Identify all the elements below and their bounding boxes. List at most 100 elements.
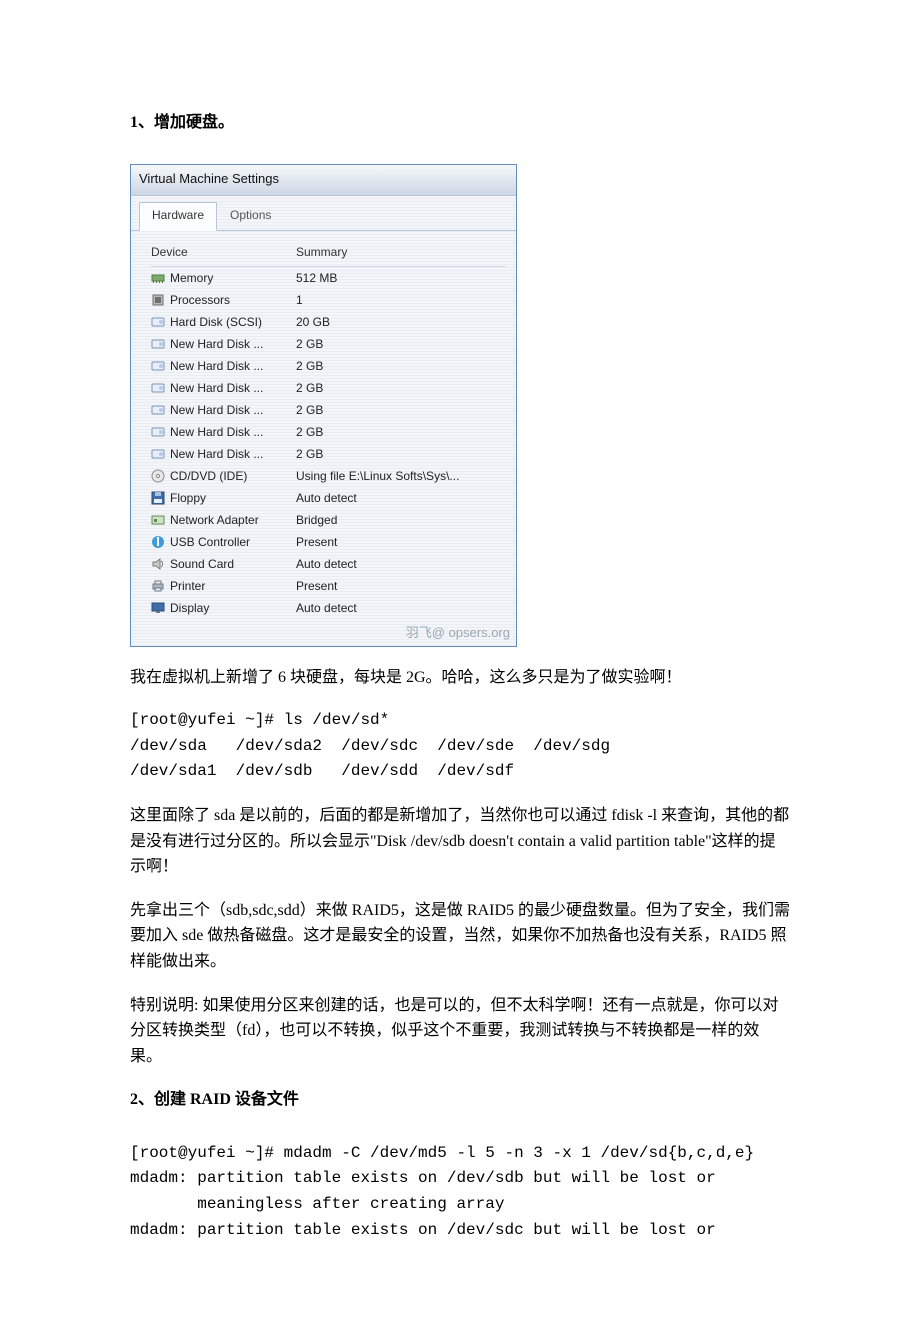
hdd-icon [151, 315, 165, 329]
device-row[interactable]: New Hard Disk ... 2 GB [151, 421, 506, 443]
code-block-mdadm: [root@yufei ~]# mdadm -C /dev/md5 -l 5 -… [130, 1141, 790, 1243]
vm-settings-dialog: Virtual Machine Settings Hardware Option… [130, 164, 517, 647]
summary-cell: 2 GB [296, 400, 506, 420]
paragraph-3: 先拿出三个（sdb,sdc,sdd）来做 RAID5，这是做 RAID5 的最少… [130, 898, 790, 975]
device-cell: Display [151, 598, 296, 618]
hdd-icon [151, 359, 165, 373]
vm-device-list: Memory 512 MB Processors 1 Hard Disk (SCSI) 2… [151, 267, 506, 619]
document-page: 1、增加硬盘。 Virtual Machine Settings Hardwar… [0, 0, 920, 1321]
summary-cell: 2 GB [296, 444, 506, 464]
header-summary: Summary [296, 243, 506, 262]
device-label: Processors [170, 290, 230, 310]
device-label: Sound Card [170, 554, 234, 574]
header-device: Device [151, 243, 296, 262]
device-cell: New Hard Disk ... [151, 400, 296, 420]
device-cell: Hard Disk (SCSI) [151, 312, 296, 332]
device-label: New Hard Disk ... [170, 378, 263, 398]
device-row[interactable]: New Hard Disk ... 2 GB [151, 355, 506, 377]
device-cell: Floppy [151, 488, 296, 508]
device-cell: New Hard Disk ... [151, 422, 296, 442]
cd-icon [151, 469, 165, 483]
device-row[interactable]: New Hard Disk ... 2 GB [151, 333, 506, 355]
hdd-icon [151, 337, 165, 351]
device-row[interactable]: Printer Present [151, 575, 506, 597]
memory-icon [151, 271, 165, 285]
device-cell: CD/DVD (IDE) [151, 466, 296, 486]
device-row[interactable]: Floppy Auto detect [151, 487, 506, 509]
summary-cell: 20 GB [296, 312, 506, 332]
summary-cell: 512 MB [296, 268, 506, 288]
summary-cell: Auto detect [296, 598, 506, 618]
vm-window-title: Virtual Machine Settings [131, 165, 516, 197]
device-label: New Hard Disk ... [170, 334, 263, 354]
device-label: CD/DVD (IDE) [170, 466, 247, 486]
summary-cell: 2 GB [296, 422, 506, 442]
device-row[interactable]: Network Adapter Bridged [151, 509, 506, 531]
nic-icon [151, 513, 165, 527]
tab-hardware[interactable]: Hardware [139, 202, 217, 230]
section-2-heading: 2、创建 RAID 设备文件 [130, 1087, 790, 1113]
device-label: New Hard Disk ... [170, 422, 263, 442]
device-row[interactable]: USB Controller Present [151, 531, 506, 553]
device-label: New Hard Disk ... [170, 444, 263, 464]
device-row[interactable]: Processors 1 [151, 289, 506, 311]
device-row[interactable]: New Hard Disk ... 2 GB [151, 443, 506, 465]
device-label: Display [170, 598, 209, 618]
device-cell: USB Controller [151, 532, 296, 552]
summary-cell: Bridged [296, 510, 506, 530]
device-cell: Memory [151, 268, 296, 288]
section-1-heading: 1、增加硬盘。 [130, 110, 790, 136]
vm-tabs: Hardware Options [131, 196, 516, 230]
device-label: Hard Disk (SCSI) [170, 312, 262, 332]
hdd-icon [151, 447, 165, 461]
device-row[interactable]: CD/DVD (IDE) Using file E:\Linux Softs\Sy… [151, 465, 506, 487]
device-cell: New Hard Disk ... [151, 334, 296, 354]
device-cell: New Hard Disk ... [151, 356, 296, 376]
code-block-ls: [root@yufei ~]# ls /dev/sd* /dev/sda /de… [130, 708, 790, 785]
summary-cell: 1 [296, 290, 506, 310]
vm-body: Device Summary Memory512 MBProcessors1Ha… [131, 230, 516, 623]
hdd-icon [151, 425, 165, 439]
summary-cell: 2 GB [296, 356, 506, 376]
summary-cell: Auto detect [296, 488, 506, 508]
sound-icon [151, 557, 165, 571]
paragraph-2: 这里面除了 sda 是以前的，后面的都是新增加了，当然你也可以通过 fdisk … [130, 803, 790, 880]
device-row[interactable]: Sound Card Auto detect [151, 553, 506, 575]
cpu-icon [151, 293, 165, 307]
summary-cell: Present [296, 576, 506, 596]
summary-cell: 2 GB [296, 334, 506, 354]
device-row[interactable]: New Hard Disk ... 2 GB [151, 377, 506, 399]
device-cell: Processors [151, 290, 296, 310]
device-cell: New Hard Disk ... [151, 378, 296, 398]
usb-icon [151, 535, 165, 549]
summary-cell: Auto detect [296, 554, 506, 574]
paragraph-1: 我在虚拟机上新增了 6 块硬盘，每块是 2G。哈哈，这么多只是为了做实验啊！ [130, 665, 790, 691]
device-label: New Hard Disk ... [170, 400, 263, 420]
device-cell: Network Adapter [151, 510, 296, 530]
hdd-icon [151, 381, 165, 395]
device-cell: New Hard Disk ... [151, 444, 296, 464]
summary-cell: Using file E:\Linux Softs\Sys\... [296, 466, 506, 486]
device-label: Network Adapter [170, 510, 259, 530]
tab-options[interactable]: Options [217, 202, 284, 230]
device-label: USB Controller [170, 532, 250, 552]
display-icon [151, 601, 165, 615]
hdd-icon [151, 403, 165, 417]
device-row[interactable]: Hard Disk (SCSI) 20 GB [151, 311, 506, 333]
summary-cell: 2 GB [296, 378, 506, 398]
device-row[interactable]: Memory 512 MB [151, 267, 506, 289]
summary-cell: Present [296, 532, 506, 552]
paragraph-4: 特别说明: 如果使用分区来创建的话，也是可以的，但不太科学啊！还有一点就是，你可… [130, 993, 790, 1070]
device-row[interactable]: New Hard Disk ... 2 GB [151, 399, 506, 421]
device-label: Printer [170, 576, 205, 596]
vm-list-header: Device Summary [151, 241, 506, 267]
device-cell: Printer [151, 576, 296, 596]
device-label: Floppy [170, 488, 206, 508]
device-label: Memory [170, 268, 213, 288]
printer-icon [151, 579, 165, 593]
watermark: 羽飞@ opsers.org [131, 623, 516, 646]
device-row[interactable]: Display Auto detect [151, 597, 506, 619]
device-cell: Sound Card [151, 554, 296, 574]
floppy-icon [151, 491, 165, 505]
device-label: New Hard Disk ... [170, 356, 263, 376]
